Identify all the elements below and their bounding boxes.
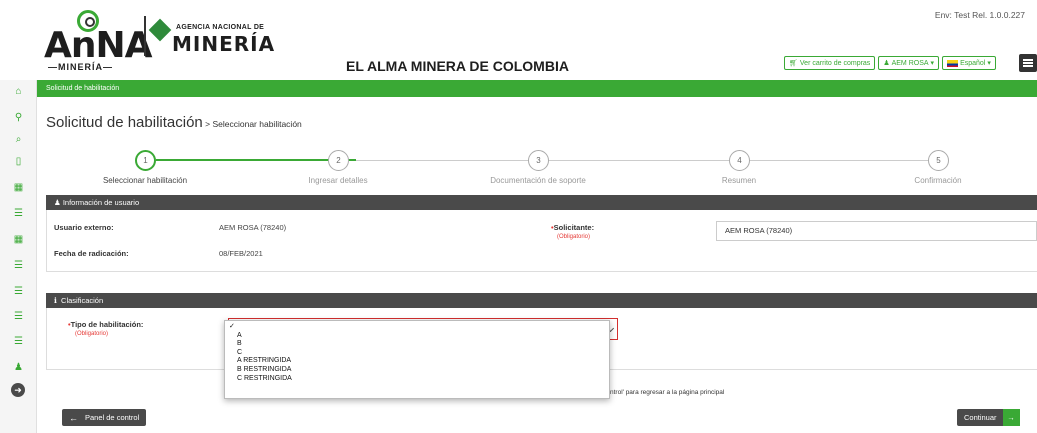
arrow-right-icon: → xyxy=(1002,409,1020,426)
sidebar: ⌂ ⚲ ⌕ ▯ ▦ ☰ ▦ ☰ ☰ ☰ ☰ ♟ ➜ xyxy=(0,80,37,433)
language-label: Español xyxy=(960,59,986,67)
caret-down-icon: ▾ xyxy=(930,60,935,67)
step-5-circle[interactable]: 5 xyxy=(928,150,949,171)
step-connector xyxy=(751,160,941,161)
step-5-label: Confirmación xyxy=(914,176,962,185)
back-button-label: Panel de control xyxy=(85,413,140,422)
home-icon[interactable]: ⌂ xyxy=(0,81,37,101)
step-1-circle[interactable]: 1 xyxy=(135,150,156,171)
diamond-icon xyxy=(148,18,172,42)
logo-divider xyxy=(144,16,146,56)
step-3-label: Documentación de soporte xyxy=(490,176,586,185)
date-value: 08/FEB/2021 xyxy=(219,249,263,258)
env-label: Env: Test Rel. 1.0.0.227 xyxy=(934,10,1025,20)
applicant-label: •Solicitante: xyxy=(551,223,594,232)
dropdown-option[interactable]: B xyxy=(225,340,609,349)
agency-top-text: AGENCIA NACIONAL DE xyxy=(176,24,265,31)
user-icon: ♟ xyxy=(883,60,890,67)
applicant-field[interactable]: AEM ROSA (78240) xyxy=(716,221,1037,241)
agency-logo: AGENCIA NACIONAL DE MINERÍA xyxy=(148,18,282,58)
date-label: Fecha de radicación: xyxy=(54,249,129,258)
user-icon[interactable]: ♟ xyxy=(0,357,37,377)
user-info-heading-text: Información de usuario xyxy=(62,198,140,207)
continue-button-label: Continuar xyxy=(964,413,997,422)
step-connector xyxy=(156,159,356,161)
list-icon[interactable]: ☰ xyxy=(0,203,37,223)
cart-button-label: Ver carrito de compras xyxy=(799,59,871,67)
arrow-circle-icon[interactable]: ➜ xyxy=(11,383,25,397)
grid-icon[interactable]: ▦ xyxy=(0,229,37,249)
info-icon: ℹ xyxy=(54,296,57,305)
header: AnNA —MINERÍA— AGENCIA NACIONAL DE MINER… xyxy=(0,0,1037,76)
search-icon[interactable]: ⌕ xyxy=(0,129,37,149)
step-4-label: Resumen xyxy=(721,176,757,185)
stepper: 1 Seleccionar habilitación 2 Ingresar de… xyxy=(37,148,1037,188)
dropdown-option[interactable]: C xyxy=(225,349,609,358)
arrow-left-icon: ← xyxy=(69,412,78,423)
step-2-circle[interactable]: 2 xyxy=(328,150,349,171)
list-icon[interactable]: ☰ xyxy=(0,306,37,326)
colombia-flag-icon xyxy=(947,59,959,67)
step-2-label: Ingresar detalles xyxy=(308,176,368,185)
dropdown-option[interactable]: A xyxy=(225,332,609,341)
type-label: •Tipo de habilitación: xyxy=(68,320,143,329)
external-user-label: Usuario externo: xyxy=(54,223,114,232)
page-title-text: Solicitud de habilitación xyxy=(46,114,203,131)
hamburger-menu-icon[interactable] xyxy=(1019,54,1037,72)
list-icon[interactable]: ☰ xyxy=(0,281,37,301)
dropdown-option-empty[interactable]: ✓ xyxy=(225,323,609,332)
anna-logo-sub: —MINERÍA— xyxy=(48,62,113,72)
map-marker-icon[interactable]: ⚲ xyxy=(0,107,37,127)
user-menu-label: AEM ROSA xyxy=(891,59,929,67)
step-3-circle[interactable]: 3 xyxy=(528,150,549,171)
applicant-required: (Obligatorio) xyxy=(557,234,591,240)
type-required: (Obligatorio) xyxy=(75,331,109,337)
cart-button[interactable]: 🛒︎ Ver carrito de compras xyxy=(784,56,876,70)
classification-heading: ℹ Clasificación xyxy=(46,293,1037,308)
checkmark-icon: ✓ xyxy=(229,323,235,330)
applicant-label-text: Solicitante: xyxy=(553,223,595,232)
dropdown-option[interactable]: A RESTRINGIDA xyxy=(225,357,609,366)
hint-text: ntrol' para regresar a la página princip… xyxy=(610,389,725,396)
user-icon: ♟ xyxy=(54,198,61,207)
type-dropdown[interactable]: ✓ A B C A RESTRINGIDA B RESTRINGIDA C RE… xyxy=(224,320,610,399)
step-4-circle[interactable]: 4 xyxy=(729,150,750,171)
grid-icon[interactable]: ▦ xyxy=(0,177,37,197)
top-actions: 🛒︎ Ver carrito de compras ♟ AEM ROSA ▾ E… xyxy=(784,56,996,70)
list-icon[interactable]: ☰ xyxy=(0,255,37,275)
user-info-heading: ♟ Información de usuario xyxy=(46,195,1037,210)
language-button[interactable]: Español ▾ xyxy=(942,56,996,70)
anna-logo-word: AnNA xyxy=(44,25,152,66)
dropdown-option[interactable]: C RESTRINGIDA xyxy=(225,375,609,384)
list-icon[interactable]: ☰ xyxy=(0,331,37,351)
page-title: Solicitud de habilitación > Seleccionar … xyxy=(46,114,302,131)
type-label-text: Tipo de habilitación: xyxy=(70,320,144,329)
user-info-panel xyxy=(46,210,1037,272)
classification-heading-text: Clasificación xyxy=(61,296,104,305)
external-user-value: AEM ROSA (78240) xyxy=(219,223,287,232)
mobile-icon[interactable]: ▯ xyxy=(0,151,37,171)
breadcrumb: Solicitud de habilitación xyxy=(37,80,1037,97)
agency-name-text: MINERÍA xyxy=(172,32,276,56)
anna-logo[interactable]: AnNA —MINERÍA— xyxy=(44,10,152,72)
page-title-crumb: > Seleccionar habilitación xyxy=(202,119,302,129)
cart-icon: 🛒︎ xyxy=(789,60,798,67)
caret-down-icon: ▾ xyxy=(987,60,991,67)
user-menu-button[interactable]: ♟ AEM ROSA ▾ xyxy=(878,56,940,70)
continue-button[interactable]: Continuar → xyxy=(957,409,1020,426)
step-1-label: Seleccionar habilitación xyxy=(102,176,188,185)
back-to-dashboard-button[interactable]: ← Panel de control xyxy=(62,409,147,426)
site-title: EL ALMA MINERA DE COLOMBIA xyxy=(346,58,569,74)
dropdown-option[interactable]: B RESTRINGIDA xyxy=(225,366,609,375)
